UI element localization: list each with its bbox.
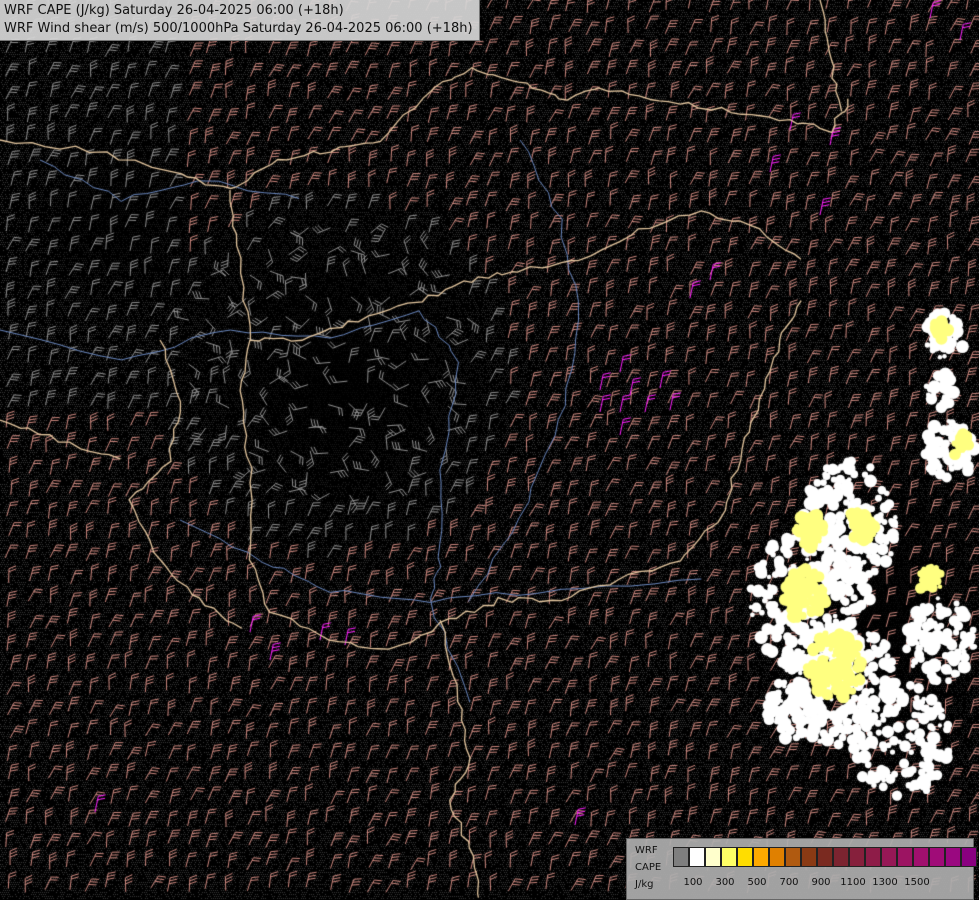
legend-swatch [913,847,929,867]
legend-tick-label: 300 [715,877,735,888]
legend-swatch [737,847,753,867]
title-shear-line: WRF Wind shear (m/s) 500/1000hPa Saturda… [4,21,473,36]
weather-map [0,0,979,900]
legend-swatch [881,847,897,867]
legend-tick-label: 1100 [840,877,866,888]
legend-model-label: WRF [635,845,658,856]
legend-tick-label: 100 [683,877,703,888]
legend-swatch [785,847,801,867]
legend-swatch [753,847,769,867]
cape-legend: WRF CAPE J/kg 100 300 500 700 900 1100 1300 150… [626,838,977,900]
legend-tick-label: 500 [747,877,767,888]
legend-swatch [689,847,705,867]
legend-unit-label: J/kg [635,879,654,890]
legend-swatch [865,847,881,867]
legend-swatch [705,847,721,867]
legend-swatch [817,847,833,867]
legend-swatch [849,847,865,867]
legend-swatch [769,847,785,867]
legend-tick-label: 700 [779,877,799,888]
legend-swatch [673,847,689,867]
legend-swatch [945,847,961,867]
map-title: WRF CAPE (J/kg) Saturday 26-04-2025 06:0… [0,0,480,41]
legend-swatch [929,847,945,867]
legend-swatch [961,847,977,867]
legend-swatch [897,847,913,867]
legend-swatch [833,847,849,867]
legend-tick-label: 1500 [904,877,930,888]
legend-tick-label: 1300 [872,877,898,888]
title-cape-line: WRF CAPE (J/kg) Saturday 26-04-2025 06:0… [4,3,344,18]
legend-swatch [721,847,737,867]
legend-swatch [801,847,817,867]
legend-parameter-label: CAPE [635,862,662,873]
legend-tick-label: 900 [811,877,831,888]
